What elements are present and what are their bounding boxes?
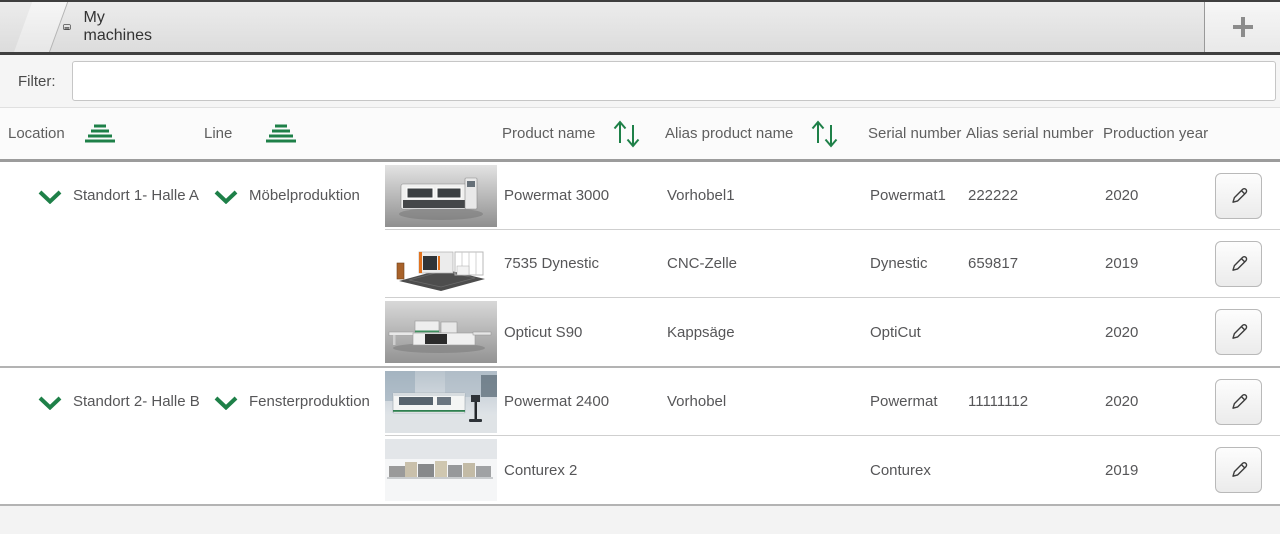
machine-image-powermat-3000 (385, 165, 497, 227)
machines-icon (63, 15, 71, 40)
column-label-alias-product-name: Alias product name (665, 125, 793, 142)
machine-image-conturex-2 (385, 439, 497, 501)
pencil-icon (1228, 459, 1250, 481)
column-label-serial-number: Serial number (868, 125, 961, 142)
column-label-line: Line (204, 125, 232, 142)
machine-rows: Powermat 2400 Vorhobel Powermat 11111112… (385, 368, 1280, 504)
pencil-icon (1228, 253, 1250, 275)
product-name: Conturex 2 (502, 462, 665, 479)
column-label-alias-serial-number: Alias serial number (966, 125, 1094, 142)
column-header-alias-serial-number: Alias serial number (966, 125, 1103, 142)
edit-machine-button[interactable] (1215, 447, 1262, 493)
edit-machine-button[interactable] (1215, 173, 1262, 219)
sort-product-name-button[interactable] (612, 118, 642, 150)
machine-image-powermat-2400 (385, 371, 497, 433)
page-title: My machines (84, 9, 152, 45)
edit-machine-button[interactable] (1215, 379, 1262, 425)
line-group-toggle[interactable]: Fensterproduktion (200, 368, 385, 504)
line-label: Möbelproduktion (249, 187, 360, 204)
my-machines-page: My machines Filter: Location L (0, 0, 1280, 534)
alias-serial-number: 11111112 (966, 393, 1103, 410)
product-name: Opticut S90 (502, 324, 665, 341)
edit-machine-button[interactable] (1215, 309, 1262, 355)
production-year: 2019 (1103, 255, 1210, 272)
column-header-production-year: Production year (1103, 125, 1210, 142)
column-header-alias-product-name: Alias product name (665, 118, 868, 150)
alias-product-name: Kappsäge (665, 324, 868, 341)
column-header-product-name: Product name (502, 118, 665, 150)
production-year: 2020 (1103, 187, 1210, 204)
machine-row: Powermat 3000 Vorhobel1 Powermat1 222222… (385, 162, 1280, 230)
alias-product-name: CNC-Zelle (665, 255, 868, 272)
alias-product-name: Vorhobel (665, 393, 868, 410)
serial-number: Conturex (868, 462, 966, 479)
pencil-icon (1228, 321, 1250, 343)
alias-serial-number: 222222 (966, 187, 1103, 204)
column-label-production-year: Production year (1103, 125, 1208, 142)
group-by-location-button[interactable] (85, 124, 115, 143)
serial-number: OptiCut (868, 324, 966, 341)
pencil-icon (1228, 185, 1250, 207)
alias-serial-number: 659817 (966, 255, 1103, 272)
chevron-down-icon (214, 396, 238, 410)
tab-background (14, 2, 68, 52)
add-machine-button[interactable] (1204, 2, 1280, 52)
line-group-toggle[interactable]: Möbelproduktion (200, 162, 385, 366)
serial-number: Powermat (868, 393, 966, 410)
location-group-toggle[interactable]: Standort 2- Halle B (0, 368, 200, 504)
production-year: 2020 (1103, 324, 1210, 341)
sort-asc-desc-icon (612, 118, 642, 150)
column-header-serial-number: Serial number (868, 125, 966, 142)
tab-my-machines[interactable]: My machines (0, 2, 152, 52)
product-name: Powermat 2400 (502, 393, 665, 410)
machine-row: 7535 Dynestic CNC-Zelle Dynestic 659817 … (385, 230, 1280, 298)
machine-image-opticut-s90 (385, 301, 497, 363)
sort-alias-product-name-button[interactable] (810, 118, 840, 150)
location-label: Standort 2- Halle B (73, 393, 200, 410)
machine-row: Powermat 2400 Vorhobel Powermat 11111112… (385, 368, 1280, 436)
plus-icon (1229, 13, 1257, 41)
group-by-line-button[interactable] (266, 124, 296, 143)
chevron-down-icon (38, 190, 62, 204)
filter-input[interactable] (72, 61, 1276, 101)
machine-group-1: Standort 1- Halle A Möbelproduktion (0, 162, 1280, 368)
location-label: Standort 1- Halle A (73, 187, 199, 204)
top-bar: My machines (0, 0, 1280, 55)
machine-rows: Powermat 3000 Vorhobel1 Powermat1 222222… (385, 162, 1280, 366)
machine-row: Opticut S90 Kappsäge OptiCut 2020 (385, 298, 1280, 366)
machine-row: Conturex 2 Conturex 2019 (385, 436, 1280, 504)
alias-product-name: Vorhobel1 (665, 187, 868, 204)
product-name: 7535 Dynestic (502, 255, 665, 272)
pencil-icon (1228, 391, 1250, 413)
column-header-line: Line (200, 124, 385, 143)
edit-machine-button[interactable] (1215, 241, 1262, 287)
line-label: Fensterproduktion (249, 393, 370, 410)
production-year: 2019 (1103, 462, 1210, 479)
machine-group-2: Standort 2- Halle B Fensterproduktion (0, 368, 1280, 506)
table-header: Location Line (0, 108, 1280, 162)
filter-label: Filter: (18, 73, 56, 90)
location-group-toggle[interactable]: Standort 1- Halle A (0, 162, 200, 366)
serial-number: Dynestic (868, 255, 966, 272)
serial-number: Powermat1 (868, 187, 966, 204)
chevron-down-icon (214, 190, 238, 204)
column-header-location: Location (0, 124, 200, 143)
grouping-icon (266, 124, 296, 143)
chevron-down-icon (38, 396, 62, 410)
sort-asc-desc-icon (810, 118, 840, 150)
product-name: Powermat 3000 (502, 187, 665, 204)
column-label-product-name: Product name (502, 125, 595, 142)
footer (0, 506, 1280, 534)
grouping-icon (85, 124, 115, 143)
column-label-location: Location (8, 125, 65, 142)
machine-image-7535-dynestic (385, 233, 497, 295)
filter-bar: Filter: (0, 55, 1280, 108)
production-year: 2020 (1103, 393, 1210, 410)
